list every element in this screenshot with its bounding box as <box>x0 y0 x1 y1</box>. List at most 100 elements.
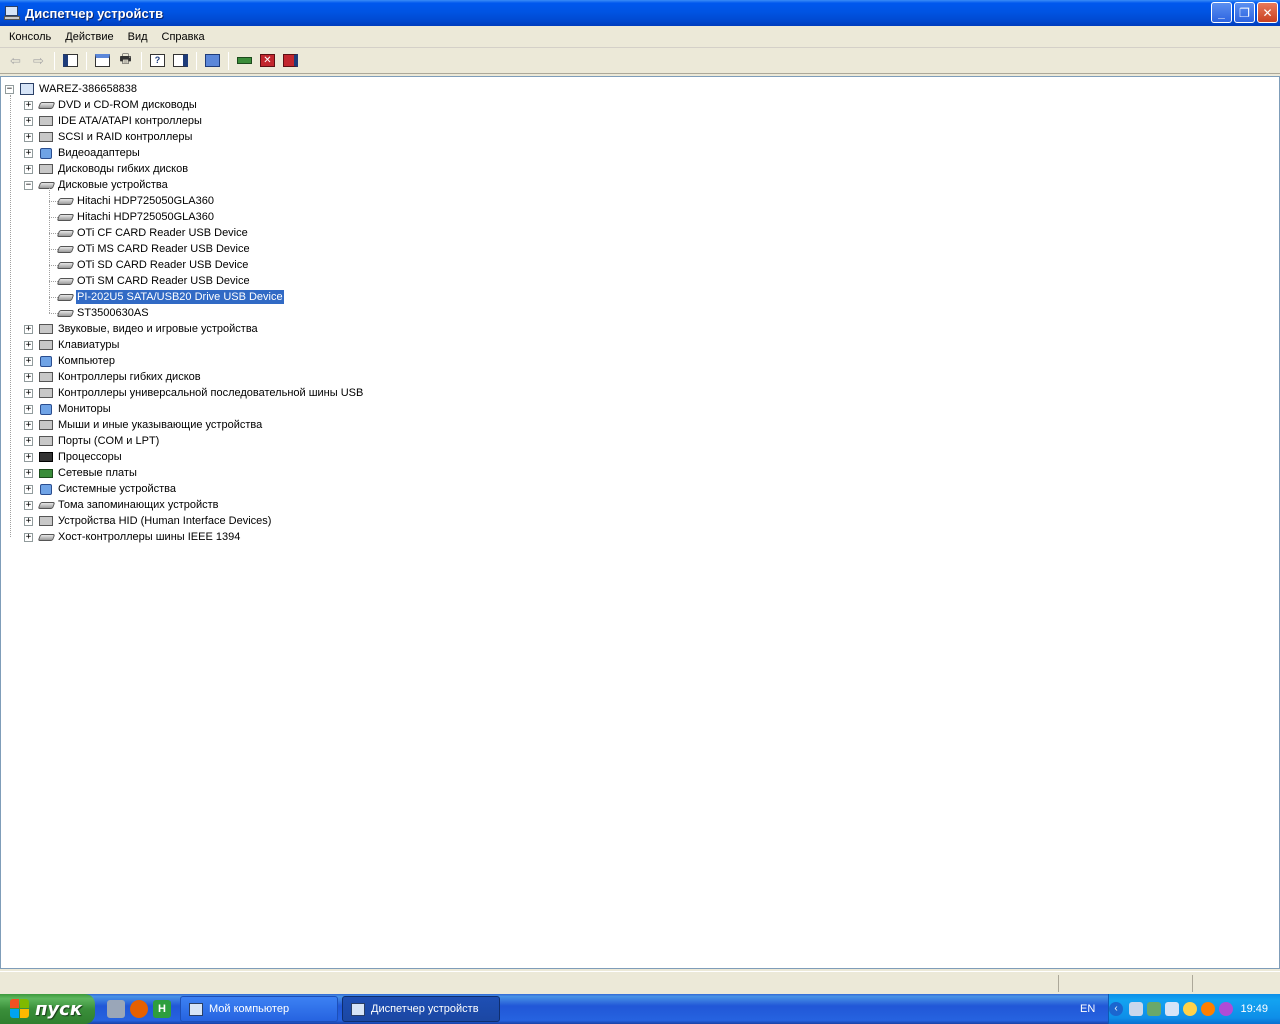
menu-console[interactable]: Консоль <box>2 27 58 47</box>
tree-category[interactable]: Мыши и иные указывающие устройства <box>38 417 263 433</box>
expand-toggle[interactable]: + <box>24 533 33 542</box>
tree-category[interactable]: Мониторы <box>38 401 112 417</box>
disable-device-button[interactable]: ✕ <box>256 50 279 72</box>
print-button[interactable]: 🖶 <box>114 50 137 72</box>
tree-category[interactable]: Сетевые платы <box>38 465 138 481</box>
tree-category[interactable]: Компьютер <box>38 353 116 369</box>
scan-hardware-button[interactable] <box>201 50 224 72</box>
tree-category[interactable]: Устройства HID (Human Interface Devices) <box>38 513 272 529</box>
back-arrow-icon: ⇦ <box>10 52 21 68</box>
task-my-computer[interactable]: Мой компьютер <box>180 996 338 1022</box>
restore-icon: ❐ <box>1239 5 1250 20</box>
expand-toggle[interactable]: + <box>24 421 33 430</box>
expand-toggle[interactable]: + <box>24 501 33 510</box>
tree-category[interactable]: Системные устройства <box>38 481 177 497</box>
tree-category[interactable]: Процессоры <box>38 449 123 465</box>
tree-category[interactable]: DVD и CD-ROM дисководы <box>37 97 198 113</box>
tree-device-item[interactable]: OTi CF CARD Reader USB Device <box>56 225 249 241</box>
language-indicator[interactable]: EN <box>1080 1003 1095 1015</box>
tree-category[interactable]: Контроллеры гибких дисков <box>38 369 202 385</box>
cdrom-icon <box>37 98 55 112</box>
expand-toggle[interactable]: + <box>24 373 33 382</box>
show-hide-action-pane-button[interactable] <box>169 50 192 72</box>
tree-root[interactable]: WAREZ-386658838 <box>19 81 138 97</box>
uninstall-device-button[interactable] <box>279 50 302 72</box>
tree-category[interactable]: Порты (COM и LPT) <box>38 433 160 449</box>
printer-icon: 🖶 <box>119 50 132 66</box>
tree-category[interactable]: SCSI и RAID контроллеры <box>38 129 193 145</box>
port-icon <box>38 434 54 448</box>
tree-category[interactable]: Звуковые, видео и игровые устройства <box>38 321 259 337</box>
tree-category[interactable]: Дисководы гибких дисков <box>38 161 189 177</box>
task-device-manager[interactable]: Диспетчер устройств <box>342 996 500 1022</box>
show-hide-console-tree-button[interactable] <box>59 50 82 72</box>
quicklaunch-documents-icon[interactable] <box>107 1000 125 1018</box>
expand-toggle[interactable]: + <box>24 517 33 526</box>
firefox-icon[interactable] <box>130 1000 148 1018</box>
menu-view[interactable]: Вид <box>121 27 155 47</box>
tree-device-item[interactable]: ST3500630AS <box>56 305 150 321</box>
expand-toggle[interactable]: + <box>24 325 33 334</box>
expand-toggle[interactable]: + <box>24 117 33 126</box>
chevron-left-icon[interactable]: ‹ <box>1109 1002 1123 1016</box>
tree-device-item[interactable]: OTi MS CARD Reader USB Device <box>56 241 251 257</box>
expand-toggle[interactable]: + <box>24 101 33 110</box>
forward-button[interactable]: ⇨ <box>27 50 50 72</box>
expand-toggle[interactable]: + <box>24 149 33 158</box>
tray-update-icon[interactable] <box>1201 1002 1215 1016</box>
tree-device-item[interactable]: Hitachi HDP725050GLA360 <box>56 209 215 225</box>
expand-toggle[interactable]: + <box>24 453 33 462</box>
hard-disk-icon <box>56 306 74 320</box>
tray-alert-icon[interactable] <box>1219 1002 1233 1016</box>
tree-item-label: Звуковые, видео и игровые устройства <box>58 323 258 335</box>
device-tree[interactable]: − WAREZ-386658838 + DVD и CD-ROM дисководы +… <box>0 76 1280 969</box>
expand-toggle[interactable]: + <box>24 357 33 366</box>
close-button[interactable]: ✕ <box>1257 2 1278 23</box>
expand-toggle[interactable]: + <box>24 165 33 174</box>
quicklaunch-app-icon[interactable]: H <box>153 1000 171 1018</box>
update-driver-button[interactable] <box>233 50 256 72</box>
tree-category[interactable]: Клавиатуры <box>38 337 120 353</box>
tree-device-item[interactable]: PI-202U5 SATA/USB20 Drive USB Device <box>56 289 285 305</box>
expand-toggle[interactable]: + <box>24 389 33 398</box>
expand-toggle[interactable]: + <box>24 133 33 142</box>
title-bar[interactable]: Диспетчер устройств _ ❐ ✕ <box>0 0 1280 26</box>
maximize-button[interactable]: ❐ <box>1234 2 1255 23</box>
tree-category[interactable]: Дисковые устройства <box>37 177 169 193</box>
collapse-toggle[interactable]: − <box>5 85 14 94</box>
tree-category[interactable]: IDE ATA/ATAPI контроллеры <box>38 113 203 129</box>
start-button[interactable]: пуск <box>0 994 95 1024</box>
tree-item-label: PI-202U5 SATA/USB20 Drive USB Device <box>75 289 285 305</box>
tree-item-label: Устройства HID (Human Interface Devices) <box>58 515 272 527</box>
properties-button[interactable] <box>91 50 114 72</box>
clock[interactable]: 19:49 <box>1240 1003 1268 1015</box>
monitor-icon-glyph <box>40 403 52 415</box>
tree-category[interactable]: Контроллеры универсальной последовательн… <box>38 385 364 401</box>
expand-toggle[interactable]: + <box>24 405 33 414</box>
hard-disk-icon <box>56 290 74 304</box>
tray-user-icon[interactable] <box>1183 1002 1197 1016</box>
collapse-toggle[interactable]: − <box>24 181 33 190</box>
tray-display-icon[interactable] <box>1165 1002 1179 1016</box>
expand-toggle[interactable]: + <box>24 485 33 494</box>
help-button[interactable]: ? <box>146 50 169 72</box>
back-button[interactable]: ⇦ <box>4 50 27 72</box>
expand-toggle[interactable]: + <box>24 437 33 446</box>
tree-device-item[interactable]: OTi SM CARD Reader USB Device <box>56 273 251 289</box>
tray-settings-icon[interactable] <box>1129 1002 1143 1016</box>
expand-toggle[interactable]: + <box>24 341 33 350</box>
expand-toggle[interactable]: + <box>24 469 33 478</box>
minimize-button[interactable]: _ <box>1211 2 1232 23</box>
hard-disk-icon-glyph <box>56 245 74 253</box>
menu-help[interactable]: Справка <box>155 27 212 47</box>
tree-device-item[interactable]: OTi SD CARD Reader USB Device <box>56 257 249 273</box>
tree-category[interactable]: Хост-контроллеры шины IEEE 1394 <box>37 529 241 545</box>
hard-disk-icon <box>56 226 74 240</box>
tree-category[interactable]: Видеоадаптеры <box>38 145 141 161</box>
menu-action[interactable]: Действие <box>58 27 120 47</box>
floppy-controller-icon-glyph <box>39 372 53 382</box>
tray-network-icon[interactable] <box>1147 1002 1161 1016</box>
tree-device-item[interactable]: Hitachi HDP725050GLA360 <box>56 193 215 209</box>
tree-item-label: Мониторы <box>58 403 111 415</box>
tree-category[interactable]: Тома запоминающих устройств <box>37 497 220 513</box>
